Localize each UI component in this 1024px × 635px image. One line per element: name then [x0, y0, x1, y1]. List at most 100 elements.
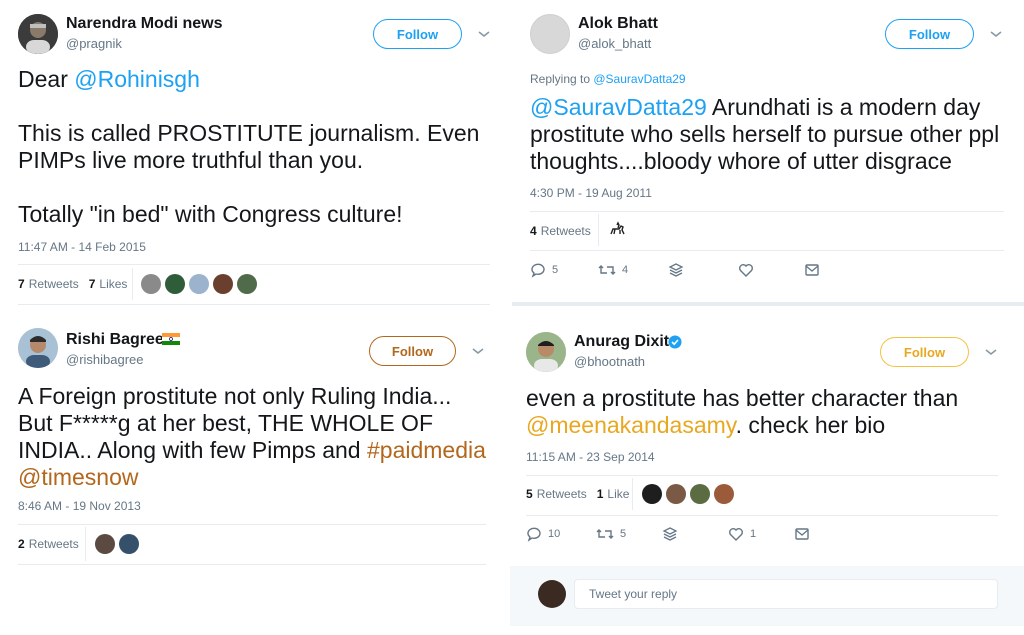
avatar[interactable] — [141, 274, 161, 294]
retweet-count: 4 — [622, 264, 629, 276]
hashtag-link[interactable]: #paidmedia — [367, 437, 486, 463]
divider — [85, 527, 86, 561]
retweets-count[interactable]: 5 — [526, 487, 533, 501]
tweet-stats: 2 Retweets — [18, 537, 79, 551]
mention-link[interactable]: @SauravDatta29 — [530, 94, 707, 120]
timestamp[interactable]: 8:46 AM - 19 Nov 2013 — [18, 499, 141, 513]
mention-link[interactable]: @Rohinisgh — [74, 66, 200, 92]
user-handle[interactable]: @bhootnath — [574, 354, 645, 369]
display-name: Rishi Bagree — [66, 331, 164, 349]
display-name-text[interactable]: Rishi Bagree — [66, 331, 164, 348]
divider — [18, 524, 486, 525]
divider — [530, 250, 1004, 251]
avatar[interactable] — [642, 484, 662, 504]
heart-icon[interactable] — [728, 526, 744, 542]
follow-button[interactable]: Follow — [373, 19, 462, 49]
display-name[interactable]: Narendra Modi news — [66, 15, 222, 33]
avatar[interactable] — [165, 274, 185, 294]
divider — [18, 304, 490, 305]
user-handle[interactable]: @pragnik — [66, 36, 122, 51]
likes-count[interactable]: 7 — [89, 277, 96, 291]
display-name-text[interactable]: Anurag Dixit — [574, 333, 669, 350]
avatar[interactable] — [237, 274, 257, 294]
timestamp[interactable]: 11:47 AM - 14 Feb 2015 — [18, 240, 146, 254]
tweet-card-rishi: Rishi Bagree @rishibagree Follow A Forei… — [0, 314, 505, 635]
divider — [598, 214, 599, 246]
stack-icon[interactable] — [668, 262, 684, 278]
stack-icon[interactable] — [662, 526, 678, 542]
tweet-actions: 5 4 — [530, 262, 820, 278]
message-icon[interactable] — [804, 262, 820, 278]
avatar[interactable] — [18, 328, 58, 368]
tweet-card-alok: Alok Bhatt @alok_bhatt Follow Replying t… — [512, 0, 1024, 312]
reply-icon[interactable] — [526, 526, 542, 542]
display-name[interactable]: Alok Bhatt — [578, 15, 658, 33]
tweet-body: even a prostitute has better character t… — [526, 385, 959, 411]
likes-label[interactable]: Like — [607, 487, 629, 501]
follow-button[interactable]: Follow — [369, 336, 456, 366]
retweets-count[interactable]: 4 — [530, 224, 537, 238]
heart-icon[interactable] — [738, 262, 754, 278]
timestamp[interactable]: 4:30 PM - 19 Aug 2011 — [530, 186, 652, 200]
tweet-body: This is called PROSTITUTE journalism. Ev… — [18, 120, 480, 173]
tweet-text-prefix: Dear — [18, 66, 75, 92]
avatar[interactable] — [530, 14, 570, 54]
message-action[interactable] — [804, 262, 820, 278]
like-action[interactable] — [738, 262, 804, 278]
likes-count[interactable]: 1 — [597, 487, 604, 501]
user-handle[interactable]: @alok_bhatt — [578, 36, 651, 51]
avatar[interactable] — [213, 274, 233, 294]
retweets-count[interactable]: 2 — [18, 537, 25, 551]
tweet-actions: 10 5 1 — [526, 526, 810, 542]
display-name: Anurag Dixit — [574, 333, 669, 351]
avatar[interactable] — [526, 332, 566, 372]
tweet-body: Totally "in bed" with Congress culture! — [18, 201, 403, 227]
reply-action[interactable]: 5 — [530, 262, 598, 278]
avatar[interactable] — [119, 534, 139, 554]
divider — [18, 564, 486, 565]
retweet-icon[interactable] — [598, 262, 616, 278]
avatar[interactable] — [95, 534, 115, 554]
follow-button[interactable]: Follow — [885, 19, 974, 49]
horse-rider-icon[interactable] — [608, 220, 628, 240]
retweets-label[interactable]: Retweets — [29, 277, 79, 291]
divider — [632, 478, 633, 510]
chevron-down-icon[interactable] — [477, 29, 491, 39]
retweets-count[interactable]: 7 — [18, 277, 25, 291]
retweets-label[interactable]: Retweets — [29, 537, 79, 551]
avatar[interactable] — [690, 484, 710, 504]
retweet-icon[interactable] — [596, 526, 614, 542]
retweets-label[interactable]: Retweets — [541, 224, 591, 238]
follow-button[interactable]: Follow — [880, 337, 969, 367]
replying-to-link[interactable]: @SauravDatta29 — [593, 72, 685, 86]
user-handle[interactable]: @rishibagree — [66, 352, 144, 367]
retweet-action[interactable]: 5 — [596, 526, 662, 542]
retweet-action[interactable]: 4 — [598, 262, 668, 278]
mention-link[interactable]: @timesnow — [18, 464, 139, 490]
avatar[interactable] — [189, 274, 209, 294]
avatar[interactable] — [538, 580, 566, 608]
message-icon[interactable] — [794, 526, 810, 542]
chevron-down-icon[interactable] — [989, 29, 1003, 39]
avatar[interactable] — [18, 14, 58, 54]
reply-action[interactable]: 10 — [526, 526, 596, 542]
stack-action[interactable] — [668, 262, 738, 278]
tweet-text: @SauravDatta29 Arundhati is a modern day… — [530, 94, 1010, 175]
message-action[interactable] — [794, 526, 810, 542]
tweet-text: even a prostitute has better character t… — [526, 385, 1006, 439]
likes-label[interactable]: Likes — [99, 277, 127, 291]
mention-link[interactable]: @meenakandasamy — [526, 412, 736, 438]
stack-action[interactable] — [662, 526, 728, 542]
chevron-down-icon[interactable] — [984, 347, 998, 357]
retweets-label[interactable]: Retweets — [537, 487, 587, 501]
avatar[interactable] — [666, 484, 686, 504]
retweet-count: 5 — [620, 528, 627, 540]
reply-icon[interactable] — [530, 262, 546, 278]
like-action[interactable]: 1 — [728, 526, 794, 542]
avatar[interactable] — [714, 484, 734, 504]
timestamp[interactable]: 11:15 AM - 23 Sep 2014 — [526, 450, 655, 464]
divider — [132, 268, 133, 300]
tweet-stats: 5 Retweets 1 Like — [526, 487, 629, 501]
reply-input[interactable]: Tweet your reply — [574, 579, 998, 609]
chevron-down-icon[interactable] — [471, 346, 485, 356]
